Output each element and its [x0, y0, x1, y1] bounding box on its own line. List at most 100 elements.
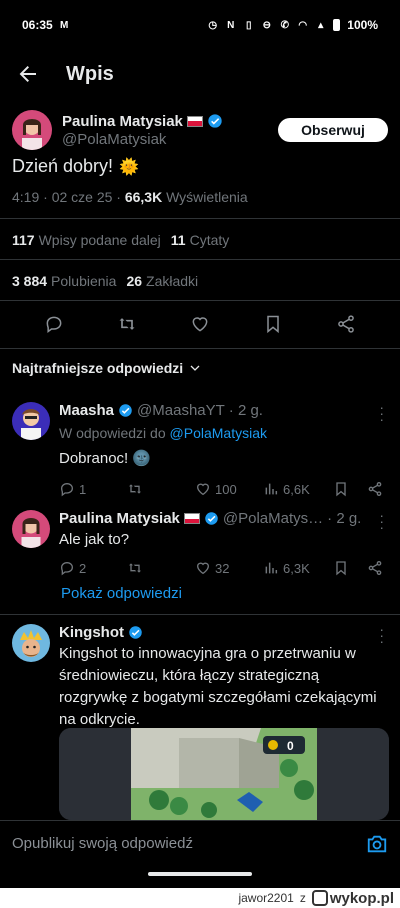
poland-flag-icon: [183, 513, 200, 524]
top-bar: Wpis: [0, 50, 400, 98]
reply-composer[interactable]: Opublikuj swoją odpowiedź: [0, 820, 400, 866]
bookmark-button[interactable]: [333, 560, 367, 576]
verified-badge-icon: [205, 512, 218, 525]
share-icon: [368, 561, 382, 575]
reply-item[interactable]: Maasha @MaashaYT · 2 g. W odpowiedzi do …: [12, 400, 388, 498]
sort-selector[interactable]: Najtrafniejsze odpowiedzi: [12, 360, 201, 376]
in-reply-to: W odpowiedzi do @PolaMatysiak: [59, 425, 267, 441]
share-button[interactable]: [367, 481, 383, 497]
footer-z: z: [299, 891, 306, 905]
watermark-footer: jawor2201 z wykop.pl: [0, 888, 400, 908]
reposts-stat[interactable]: 117 Wpisy podane dalej: [12, 232, 161, 248]
reply-actions: 2 32 6,3K: [59, 560, 388, 576]
share-icon[interactable]: [336, 314, 356, 334]
reply-handle[interactable]: @MaashaYT: [137, 402, 225, 419]
promo-text: Kingshot to innowacyjna gra o przetrwani…: [59, 645, 377, 728]
reply-icon[interactable]: [44, 314, 64, 334]
divider: [0, 259, 400, 260]
promoted-post[interactable]: Kingshot Kingshot to innowacyjna gra o p…: [12, 622, 389, 824]
more-options-icon[interactable]: · · ·: [379, 508, 384, 534]
clock: 06:35: [22, 18, 53, 32]
like-stats: 3 884 Polubienia 26 Zakładki: [12, 273, 198, 289]
divider: [0, 300, 400, 301]
more-options-icon[interactable]: · · ·: [379, 622, 384, 648]
repost-count[interactable]: [127, 560, 195, 576]
reply-actions: 1 100 6,6K: [59, 481, 388, 497]
chevron-down-icon: [190, 365, 200, 371]
more-options-icon[interactable]: · · ·: [379, 400, 384, 426]
call-icon: ✆: [280, 19, 289, 31]
like-icon: [196, 483, 210, 496]
post-text: Dzień dobry! 🌞: [12, 156, 139, 177]
coin-count: 0: [287, 739, 294, 753]
verified-badge-icon: [119, 404, 132, 417]
dnd-icon: ⊖: [262, 19, 271, 31]
post-time: 4:19 · 02 cze 25 ·: [12, 189, 125, 205]
post-text-content: Dzień dobry!: [12, 156, 114, 176]
in-reply-handle[interactable]: @PolaMatysiak: [170, 425, 267, 441]
promo-media[interactable]: 0: [59, 728, 389, 820]
wykop-logo-icon: [311, 890, 328, 906]
bookmark-icon[interactable]: [263, 314, 283, 334]
camera-icon[interactable]: [366, 833, 388, 855]
vibrate-icon: ▯: [246, 19, 252, 31]
reply-text: Ale jak to?: [59, 531, 130, 548]
reply-time: · 2 g.: [327, 510, 362, 527]
battery-icon: [333, 19, 341, 31]
show-replies-link[interactable]: Pokaż odpowiedzi: [61, 585, 182, 602]
divider: [0, 614, 400, 615]
post-meta: 4:19 · 02 cze 25 · 66,3K Wyświetlenia: [12, 189, 248, 205]
status-bar: 06:35 M ◷ N ▯ ⊖ ✆ ◠ ▴ 100%: [0, 0, 400, 50]
post-actions: [0, 307, 400, 341]
reply-author-name[interactable]: Paulina Matysiak: [59, 510, 180, 527]
reply-handle[interactable]: @PolaMatys…: [223, 510, 323, 527]
follow-button[interactable]: Obserwuj: [278, 118, 388, 142]
bookmarks-stat[interactable]: 26 Zakładki: [126, 273, 198, 289]
reply-count[interactable]: 1: [59, 481, 127, 497]
post-author: Paulina Matysiak @PolaMatysiak Obserwuj: [12, 108, 388, 152]
avatar[interactable]: [12, 110, 52, 150]
verified-badge-icon: [129, 626, 142, 639]
moon-emoji: 🌚: [132, 450, 152, 467]
views-count: 66,3K: [124, 189, 163, 205]
like-icon: [196, 562, 210, 575]
bookmark-icon: [336, 482, 346, 497]
game-screenshot: 0: [59, 728, 389, 820]
share-button[interactable]: [367, 560, 383, 576]
repost-count[interactable]: [127, 481, 195, 497]
wykop-logo: wykop.pl: [311, 890, 394, 907]
author-name[interactable]: Paulina Matysiak: [62, 113, 183, 130]
author-handle[interactable]: @PolaMatysiak: [62, 131, 223, 148]
like-count[interactable]: 100: [195, 481, 263, 497]
reply-time: · 2 g.: [228, 402, 263, 419]
reply-author-name[interactable]: Maasha: [59, 402, 114, 419]
bookmark-button[interactable]: [333, 481, 367, 497]
like-icon[interactable]: [190, 314, 210, 334]
signal-icon: ▴: [318, 19, 324, 31]
quotes-stat[interactable]: 11 Cytaty: [171, 232, 230, 248]
views-icon: [265, 483, 278, 495]
reply-item[interactable]: Paulina Matysiak @PolaMatys… · 2 g. Ale …: [12, 508, 388, 580]
views-label: Wyświetlenia: [166, 189, 248, 205]
avatar[interactable]: [12, 510, 50, 548]
reply-count[interactable]: 2: [59, 560, 127, 576]
promo-author-name[interactable]: Kingshot: [59, 624, 124, 641]
share-icon: [368, 482, 382, 496]
battery-level: 100%: [347, 18, 378, 32]
reply-input[interactable]: Opublikuj swoją odpowiedź: [12, 835, 193, 852]
views-count[interactable]: 6,3K: [263, 560, 333, 576]
likes-stat[interactable]: 3 884 Polubienia: [12, 273, 116, 289]
like-count[interactable]: 32: [195, 560, 263, 576]
home-indicator[interactable]: [148, 872, 252, 876]
repost-icon[interactable]: [117, 314, 137, 334]
views-icon: [265, 562, 278, 574]
views-count[interactable]: 6,6K: [263, 481, 333, 497]
reply-text: Dobranoc! 🌚: [59, 450, 152, 467]
alarm-icon: ◷: [208, 19, 218, 31]
back-arrow-icon[interactable]: [16, 62, 40, 86]
sun-emoji: 🌞: [119, 158, 139, 176]
avatar[interactable]: [12, 624, 50, 662]
screen: 06:35 M ◷ N ▯ ⊖ ✆ ◠ ▴ 100% Wpis Paulina …: [0, 0, 400, 888]
repost-icon: [129, 563, 141, 573]
avatar[interactable]: [12, 402, 50, 440]
